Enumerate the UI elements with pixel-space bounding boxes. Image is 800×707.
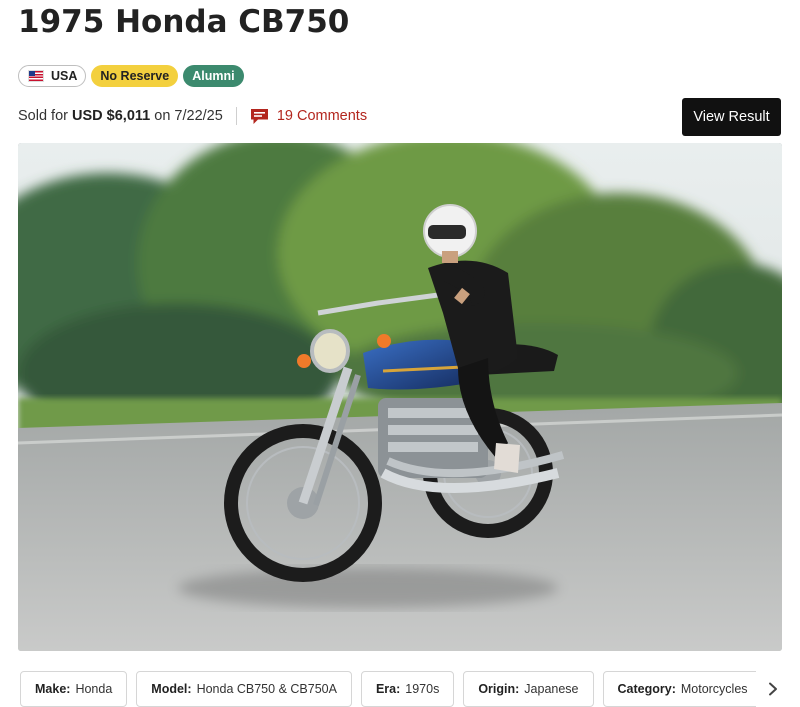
- divider: [235, 107, 237, 125]
- chip-make[interactable]: Make: Honda: [20, 671, 128, 707]
- us-flag-icon: [28, 70, 44, 82]
- badge-row: USA No Reserve Alumni: [18, 65, 244, 87]
- sold-on: on: [154, 108, 171, 124]
- chip-era[interactable]: Era: 1970s: [360, 671, 455, 707]
- chip-key: Era:: [375, 682, 401, 696]
- no-reserve-badge[interactable]: No Reserve: [91, 65, 179, 87]
- sold-prefix: Sold for: [18, 108, 68, 124]
- chevron-right-icon: [769, 682, 777, 696]
- chip-value: Honda CB750 & CB750A: [196, 682, 337, 696]
- alumni-badge[interactable]: Alumni: [183, 65, 244, 87]
- chip-key: Origin:: [478, 682, 520, 696]
- listing-photo[interactable]: [18, 143, 782, 651]
- chip-value: Honda: [75, 682, 113, 696]
- country-label: USA: [51, 69, 78, 83]
- comments-label: 19 Comments: [276, 108, 368, 124]
- chip-value: 1970s: [405, 682, 440, 696]
- listing-title: 1975 Honda CB750: [18, 4, 350, 40]
- chip-value: Japanese: [524, 682, 579, 696]
- listing-attributes: Make: Honda Model: Honda CB750 & CB750A Er…: [20, 671, 763, 707]
- chip-category[interactable]: Category: Motorcycles: [602, 671, 763, 707]
- sold-summary: Sold for USD $6,011 on 7/22/25 19 Commen…: [18, 105, 367, 127]
- chip-value: Motorcycles: [680, 682, 748, 696]
- motorcycle-photo-illustration: [18, 143, 782, 651]
- sold-date: 7/22/25: [174, 108, 223, 124]
- chip-model[interactable]: Model: Honda CB750 & CB750A: [136, 671, 352, 707]
- country-badge[interactable]: USA: [18, 65, 87, 87]
- chip-key: Make:: [35, 682, 71, 696]
- chip-origin[interactable]: Origin: Japanese: [463, 671, 594, 707]
- comment-icon: [250, 108, 268, 124]
- sold-price: USD $6,011: [72, 108, 151, 124]
- comments-link[interactable]: 19 Comments: [250, 108, 367, 125]
- chip-key: Category:: [617, 682, 676, 696]
- chips-next-button[interactable]: [756, 671, 790, 707]
- chip-key: Model:: [151, 682, 192, 696]
- view-result-button[interactable]: View Result: [682, 98, 781, 136]
